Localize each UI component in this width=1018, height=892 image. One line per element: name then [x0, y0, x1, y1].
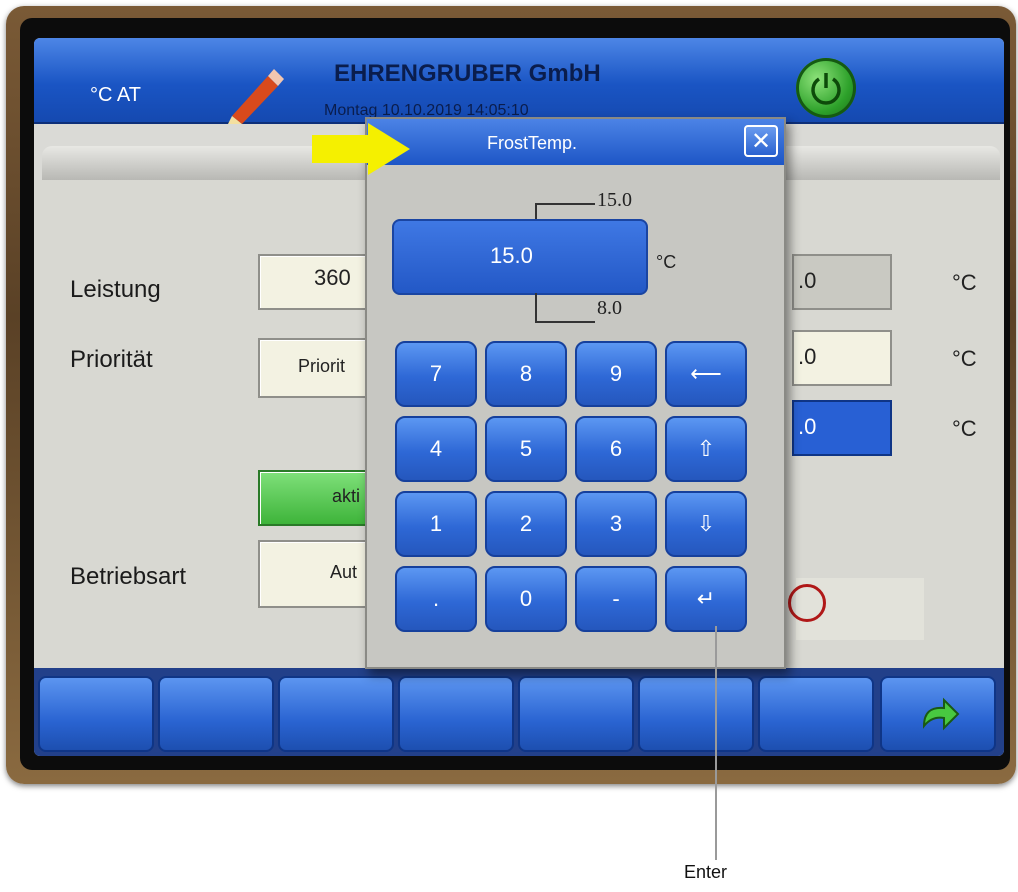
yellow-arrow-icon [312, 123, 410, 175]
betriebsart-value: Aut [330, 562, 358, 582]
range-bracket-bottom [535, 321, 595, 323]
key-9[interactable]: 9 [575, 341, 657, 407]
key-down[interactable]: ⇩ [665, 491, 747, 557]
prioritaet-label: Priorität [70, 346, 153, 373]
pencil-icon[interactable] [224, 66, 284, 124]
aktiv-value: akti [332, 486, 361, 506]
key-enter[interactable]: ↵ [665, 566, 747, 632]
key-decimal[interactable]: . [395, 566, 477, 632]
back-arrow-icon [922, 697, 960, 731]
function-button-2[interactable] [158, 676, 274, 752]
function-button-5[interactable] [518, 676, 634, 752]
function-button-7[interactable] [758, 676, 874, 752]
timer-box[interactable] [788, 578, 924, 640]
value-unit: °C [656, 252, 677, 272]
key-0[interactable]: 0 [485, 566, 567, 632]
temp-value-3: .0 [798, 414, 817, 439]
betriebsart-label: Betriebsart [70, 563, 187, 590]
temp-unit-2: °C [952, 346, 977, 371]
key-1[interactable]: 1 [395, 491, 477, 557]
range-min: 8.0 [597, 297, 622, 319]
key-backspace[interactable]: ⟵ [665, 341, 747, 407]
range-bracket-top [535, 203, 595, 205]
temp-unit-1: °C [952, 270, 977, 295]
header-bar: °C AT EHRENGRUBER GmbH Montag 10.10.2019… [34, 38, 1004, 124]
dialog-title: FrostTemp. [487, 133, 578, 153]
key-minus[interactable]: - [575, 566, 657, 632]
temp-field-1[interactable]: .0 [792, 254, 892, 310]
key-up[interactable]: ⇧ [665, 416, 747, 482]
temp-field-3[interactable]: .0 [792, 400, 892, 456]
close-button[interactable]: ✕ [744, 125, 778, 157]
key-2[interactable]: 2 [485, 491, 567, 557]
enter-callout-line [715, 626, 717, 860]
back-button[interactable] [880, 676, 996, 752]
enter-callout-label: Enter [684, 862, 728, 882]
key-3[interactable]: 3 [575, 491, 657, 557]
key-6[interactable]: 6 [575, 416, 657, 482]
range-bracket-bottom-stem [535, 293, 537, 321]
value-display[interactable]: 15.0 [392, 219, 648, 295]
range-max: 15.0 [597, 189, 632, 211]
leistung-label: Leistung [70, 276, 161, 303]
frosttemp-dialog: FrostTemp. ✕ 15.0 15.0 °C 8.0 7 8 9 ⟵ 4 5 6 ⇧ 1 2… [365, 117, 786, 669]
temp-field-2[interactable]: .0 [792, 330, 892, 386]
function-bar [34, 668, 1004, 756]
clock-icon [788, 584, 826, 622]
temp-value-2: .0 [798, 344, 817, 369]
power-icon [811, 73, 841, 105]
key-5[interactable]: 5 [485, 416, 567, 482]
dialog-title-bar: FrostTemp. ✕ [367, 119, 784, 165]
key-4[interactable]: 4 [395, 416, 477, 482]
function-button-3[interactable] [278, 676, 394, 752]
value-display-text: 15.0 [490, 243, 533, 268]
temp-unit-3: °C [952, 416, 977, 441]
function-button-6[interactable] [638, 676, 754, 752]
unit-button[interactable]: °C AT [90, 84, 141, 107]
function-button-4[interactable] [398, 676, 514, 752]
function-button-1[interactable] [38, 676, 154, 752]
temp-value-1: .0 [798, 268, 817, 293]
leistung-value: 360 [314, 265, 351, 290]
key-8[interactable]: 8 [485, 341, 567, 407]
company-name: EHRENGRUBER GmbH [334, 60, 601, 87]
key-7[interactable]: 7 [395, 341, 477, 407]
prioritaet-value: Priorit [298, 356, 346, 376]
power-button[interactable] [796, 58, 856, 118]
